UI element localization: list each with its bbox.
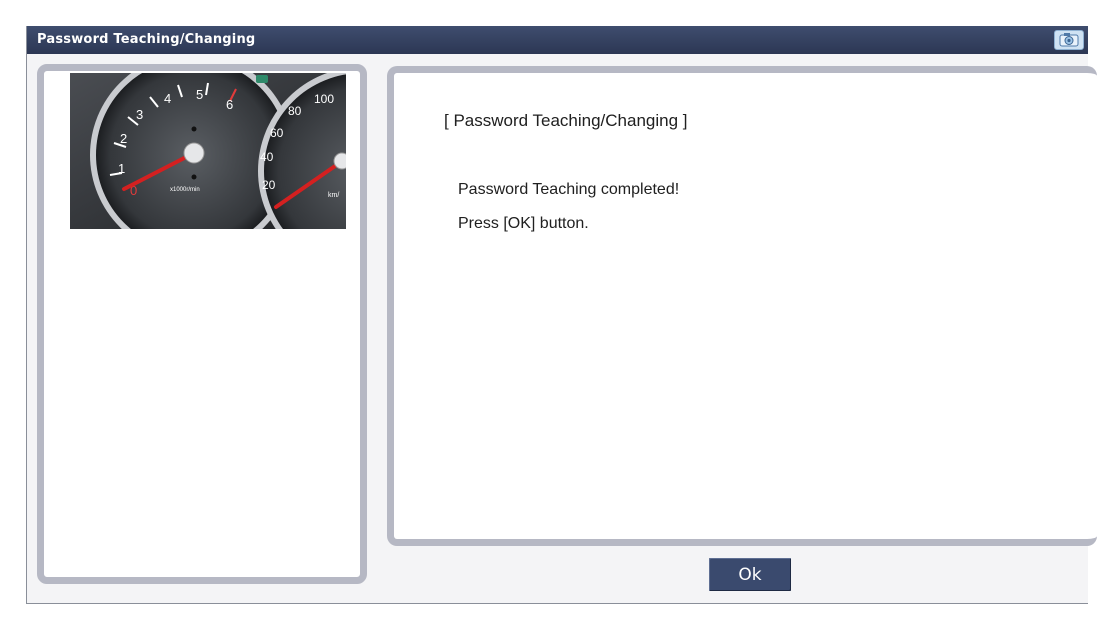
camera-icon[interactable] <box>1054 30 1084 50</box>
message-heading: [ Password Teaching/Changing ] <box>444 111 688 130</box>
gauge-cluster-image: 0 1 2 3 4 5 6 x1000r/min 20 40 60 80 100… <box>70 73 346 229</box>
message-completed: Password Teaching completed! <box>458 181 680 198</box>
dialog-body: 0 1 2 3 4 5 6 x1000r/min 20 40 60 80 100… <box>27 54 1097 603</box>
image-panel: 0 1 2 3 4 5 6 x1000r/min 20 40 60 80 100… <box>37 64 367 584</box>
ok-button[interactable]: Ok <box>709 558 791 591</box>
tach-tick-1: 1 <box>118 161 125 176</box>
tach-tick-4: 4 <box>164 91 171 106</box>
speedo-unit: km/ <box>328 192 339 199</box>
title-bar[interactable]: Password Teaching/Changing <box>27 26 1088 54</box>
speedo-tick-40: 40 <box>260 150 274 164</box>
tach-unit: x1000r/min <box>170 187 200 193</box>
tach-tick-2: 2 <box>120 131 127 146</box>
speedo-tick-20: 20 <box>262 178 276 192</box>
speedo-tick-60: 60 <box>270 126 284 140</box>
speedo-tick-100: 100 <box>314 92 334 106</box>
tach-tick-3: 3 <box>136 107 143 122</box>
window-title: Password Teaching/Changing <box>37 32 256 47</box>
tach-tick-6: 6 <box>226 97 233 112</box>
message-panel: [ Password Teaching/Changing ] Password … <box>387 66 1097 546</box>
message-instruction: Press [OK] button. <box>458 215 589 232</box>
speedo-tick-80: 80 <box>288 104 302 118</box>
dialog-window: Password Teaching/Changing 0 1 2 3 4 5 6… <box>26 26 1097 604</box>
tach-tick-5: 5 <box>196 87 203 102</box>
